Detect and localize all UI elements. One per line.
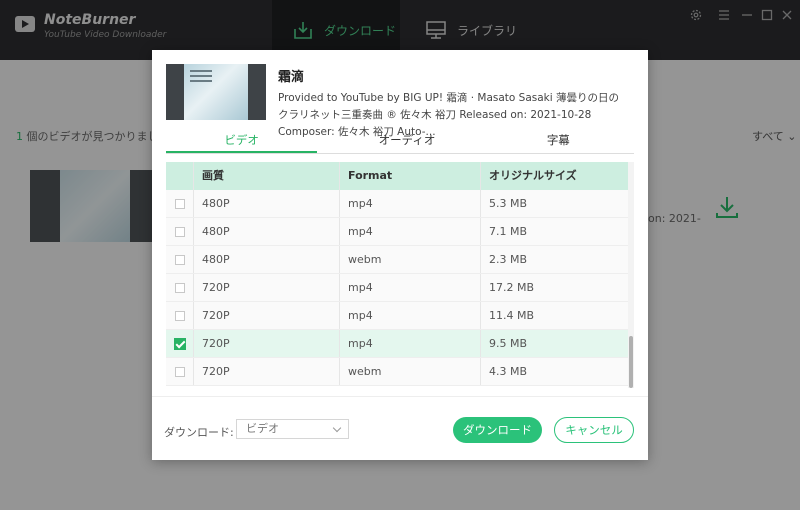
row-format: webm (340, 246, 481, 273)
footer-divider (152, 396, 648, 397)
header-quality: 画質 (194, 162, 340, 190)
row-quality: 480P (194, 190, 340, 217)
row-size: 9.5 MB (489, 337, 528, 350)
table-row[interactable]: 720P mp4 11.4 MB (166, 302, 628, 330)
video-title: 霜滴 (278, 70, 305, 85)
row-size: 2.3 MB (489, 253, 528, 266)
quality-table: 画質 Format オリジナルサイズ 480P mp4 5.3 MB 480P … (166, 162, 634, 388)
scrollbar-thumb[interactable] (629, 336, 633, 388)
table-row[interactable]: 480P webm 2.3 MB (166, 246, 628, 274)
row-checkbox[interactable] (174, 254, 185, 265)
header-checkbox-cell (166, 162, 194, 190)
download-options-dialog: 霜滴 Provided to YouTube by BIG UP! 霜滴 · M… (152, 50, 648, 460)
row-checkbox[interactable] (174, 366, 185, 377)
row-format: webm (340, 358, 481, 385)
row-quality: 720P (194, 302, 340, 329)
tab-subtitles[interactable]: 字幕 (483, 128, 634, 153)
tab-audio[interactable]: オーディオ (331, 128, 482, 153)
row-quality: 480P (194, 218, 340, 245)
row-size: 11.4 MB (489, 309, 535, 322)
row-quality: 480P (194, 246, 340, 273)
row-checkbox[interactable] (174, 310, 185, 321)
row-checkbox-checked[interactable] (173, 337, 186, 350)
row-checkbox[interactable] (174, 282, 185, 293)
row-size: 7.1 MB (489, 225, 528, 238)
table-row[interactable]: 720P mp4 17.2 MB (166, 274, 628, 302)
chevron-down-icon (332, 423, 342, 433)
row-format: mp4 (340, 274, 481, 301)
download-button[interactable]: ダウンロード (453, 417, 542, 443)
row-size: 17.2 MB (489, 281, 535, 294)
row-size: 4.3 MB (489, 365, 528, 378)
row-quality: 720P (194, 274, 340, 301)
header-size: オリジナルサイズ (489, 169, 577, 182)
row-quality: 720P (194, 358, 340, 385)
table-row[interactable]: 480P mp4 5.3 MB (166, 190, 628, 218)
dialog-tabs: ビデオ オーディオ 字幕 (166, 128, 634, 154)
cancel-button[interactable]: キャンセル (554, 417, 634, 443)
table-row[interactable]: 480P mp4 7.1 MB (166, 218, 628, 246)
table-row[interactable]: 720P webm 4.3 MB (166, 358, 628, 386)
download-type-label: ダウンロード: (164, 426, 234, 439)
row-format: mp4 (340, 218, 481, 245)
tab-video[interactable]: ビデオ (166, 128, 318, 153)
table-header: 画質 Format オリジナルサイズ (166, 162, 628, 190)
table-row-selected[interactable]: 720P mp4 9.5 MB (166, 330, 628, 358)
row-quality: 720P (194, 330, 340, 357)
dialog-video-thumbnail (166, 64, 266, 120)
row-format: mp4 (340, 302, 481, 329)
row-checkbox[interactable] (174, 226, 185, 237)
download-type-value: ビデオ (246, 422, 279, 435)
row-format: mp4 (340, 330, 481, 357)
row-size: 5.3 MB (489, 197, 528, 210)
row-checkbox[interactable] (174, 198, 185, 209)
header-format: Format (340, 162, 481, 190)
row-format: mp4 (340, 190, 481, 217)
download-type-select[interactable]: ビデオ (236, 419, 349, 439)
